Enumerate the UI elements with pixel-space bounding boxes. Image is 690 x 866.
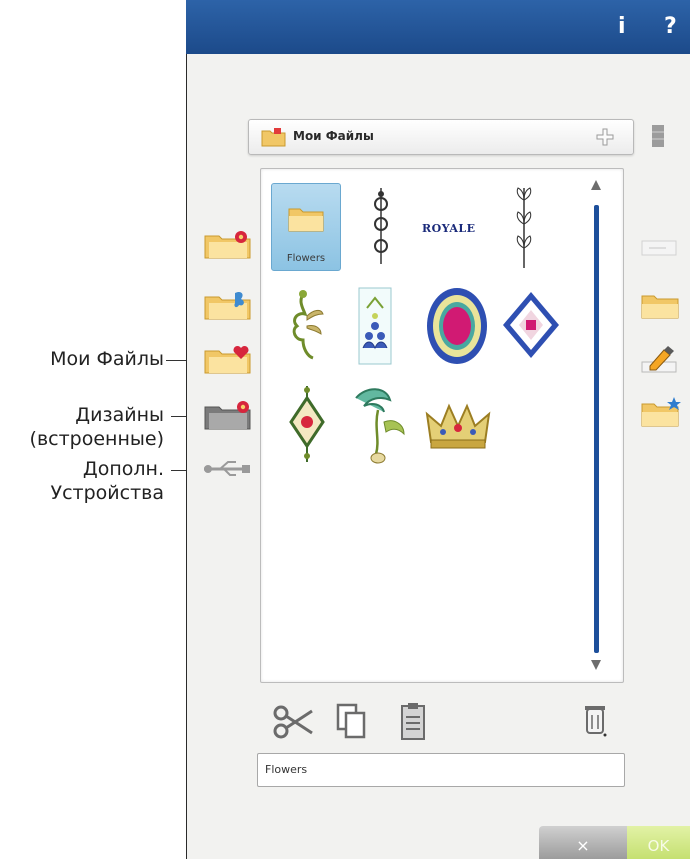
scroll-down-arrow-icon[interactable] xyxy=(591,660,601,670)
file-name-field[interactable]: Flowers xyxy=(257,753,625,787)
scrollbar-thumb[interactable] xyxy=(594,205,599,653)
open-folder-icon[interactable] xyxy=(640,290,680,320)
folder-heart-icon[interactable] xyxy=(203,343,253,375)
feather-design-icon[interactable] xyxy=(348,382,410,466)
callout-devices: Дополн. Устройства xyxy=(0,457,164,505)
builtin-designs-folder-icon[interactable] xyxy=(203,397,253,431)
diamond-frame-design-icon[interactable] xyxy=(501,290,561,360)
list-view-icon[interactable] xyxy=(651,124,665,148)
callout-designs-line2: (встроенные) xyxy=(29,428,164,450)
callout-devices-line2: Устройства xyxy=(50,482,164,504)
current-folder-name: Мои Файлы xyxy=(293,129,374,143)
rename-disabled-icon xyxy=(640,235,680,261)
royale-text-design[interactable]: ROYALE xyxy=(422,222,476,235)
callout-designs-line1: Дизайны xyxy=(75,404,164,426)
scalloped-border-design-icon[interactable] xyxy=(357,286,393,366)
leaf-stem-design-icon[interactable] xyxy=(512,186,536,270)
folder-icon xyxy=(288,204,324,232)
diamond-ornament-design-icon[interactable] xyxy=(286,384,328,464)
my-files-folder-red-icon[interactable] xyxy=(203,228,253,260)
callout-designs: Дизайны (встроенные) xyxy=(0,403,164,451)
crown-design-icon[interactable] xyxy=(425,398,491,452)
ok-button[interactable]: OK xyxy=(627,826,690,859)
info-button[interactable]: i xyxy=(618,14,626,39)
cancel-button[interactable]: × xyxy=(539,826,627,859)
copy-icon[interactable] xyxy=(336,703,366,739)
paste-clipboard-icon[interactable] xyxy=(400,701,426,741)
callout-devices-line1: Дополн. xyxy=(82,458,164,480)
rename-pencil-icon[interactable] xyxy=(640,344,680,374)
move-cross-icon[interactable] xyxy=(595,127,615,147)
cut-scissors-icon[interactable] xyxy=(272,705,314,739)
folder-tile-label: Flowers xyxy=(286,253,326,264)
usb-device-icon[interactable] xyxy=(202,458,252,480)
title-bar: i ? xyxy=(186,0,690,54)
vertical-border-design-icon[interactable] xyxy=(371,186,391,266)
folder-tile-flowers[interactable]: Flowers xyxy=(271,183,341,271)
help-button[interactable]: ? xyxy=(664,14,677,39)
delete-trash-icon[interactable] xyxy=(583,701,609,739)
new-folder-star-icon[interactable] xyxy=(640,396,682,428)
flourish-design-icon[interactable] xyxy=(283,286,327,364)
folder-dropdown[interactable]: Мои Файлы xyxy=(248,119,634,155)
folder-red-icon xyxy=(261,127,287,147)
oval-frame-design-icon[interactable] xyxy=(425,286,489,366)
file-name-value: Flowers xyxy=(265,763,308,776)
folder-butterfly-icon[interactable] xyxy=(203,289,253,321)
scroll-up-arrow-icon[interactable] xyxy=(591,180,601,190)
callout-my-files: Мои Файлы xyxy=(50,348,164,370)
